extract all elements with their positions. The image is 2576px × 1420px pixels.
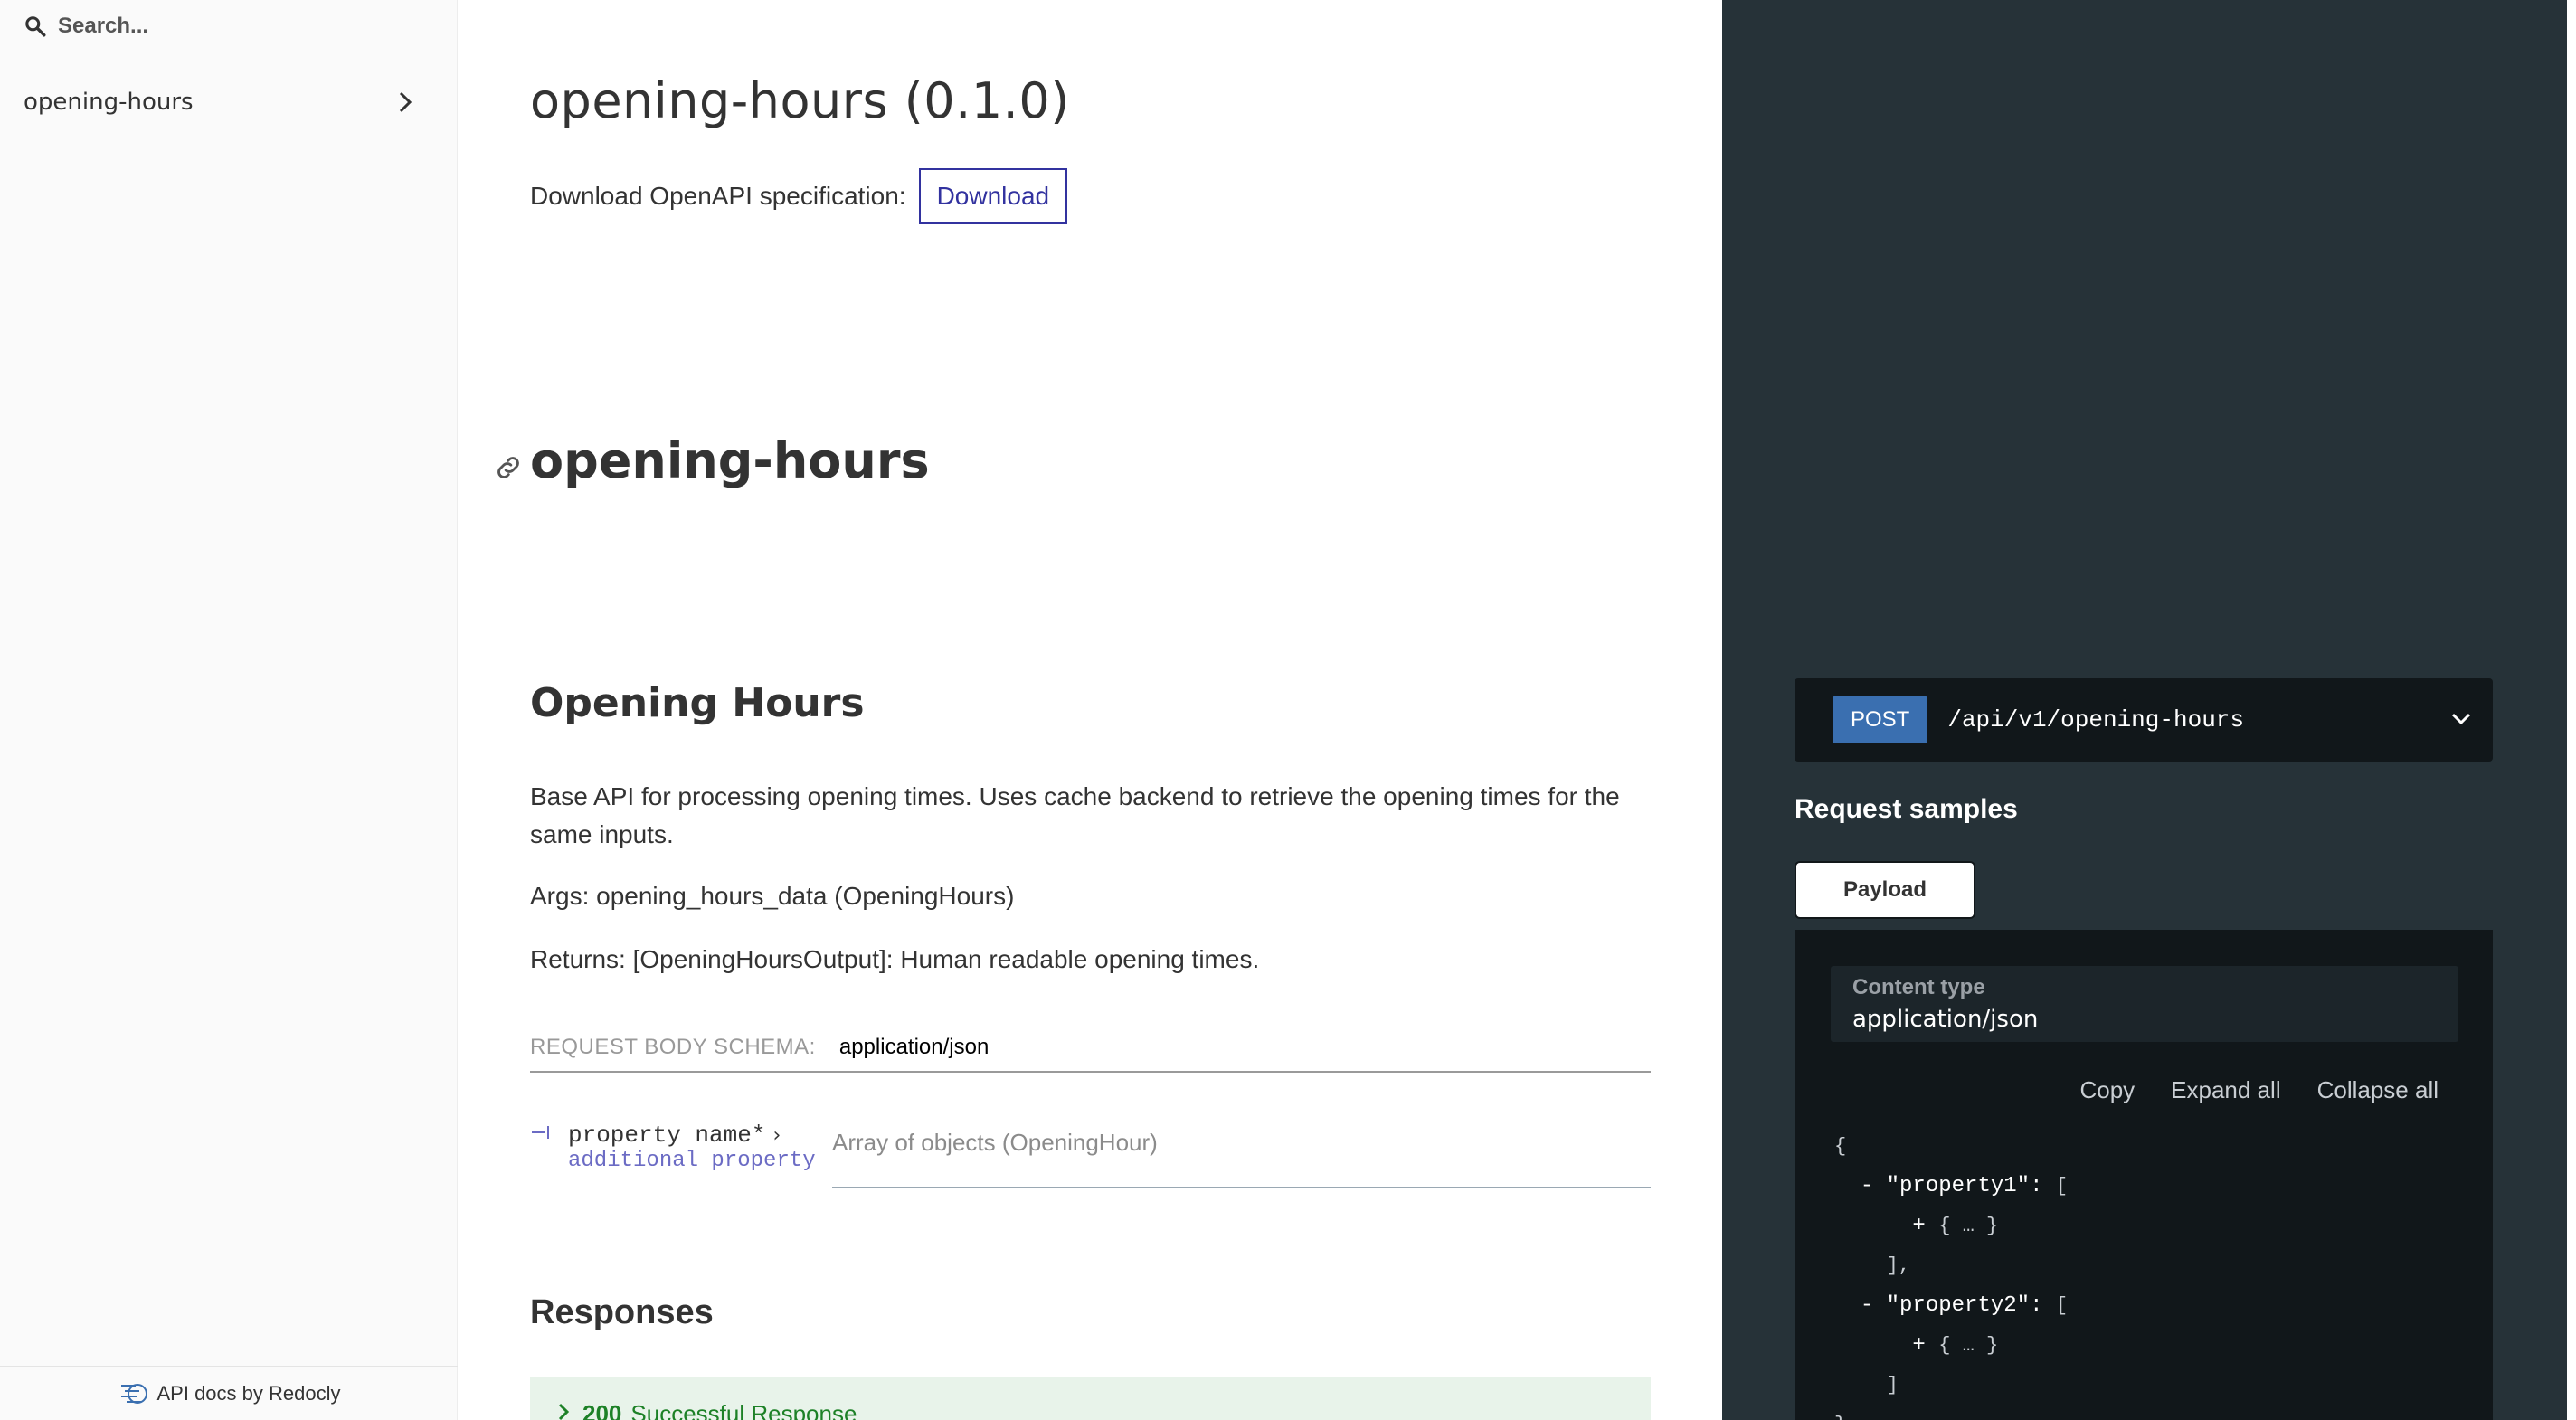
content-type-value: application/json xyxy=(1852,1006,2039,1033)
sidebar-item-opening-hours[interactable]: opening-hours xyxy=(0,78,458,127)
search-box xyxy=(24,0,421,52)
sidebar: opening-hours API docs by Redocly xyxy=(0,0,458,1420)
json-colon: : xyxy=(2030,1293,2043,1318)
expand-toggle[interactable]: + xyxy=(1912,1214,1925,1238)
chevron-right-icon: › xyxy=(772,1124,781,1147)
operation-args: Args: opening_hours_data (OpeningHours) xyxy=(530,882,1015,910)
json-bracket: ] xyxy=(1886,1374,1899,1396)
json-key: "property2" xyxy=(1886,1293,2031,1318)
endpoint-path: /api/v1/opening-hours xyxy=(1947,706,2244,734)
responses-title: Responses xyxy=(530,1293,714,1331)
json-bracket: [ xyxy=(2055,1294,2069,1317)
property-name: property name* xyxy=(568,1122,766,1149)
schema-label: REQUEST BODY SCHEMA: xyxy=(530,1035,816,1059)
tab-payload[interactable]: Payload xyxy=(1795,861,1975,919)
chevron-right-icon xyxy=(558,1403,570,1420)
endpoint-selector[interactable]: POST /api/v1/opening-hours xyxy=(1795,678,2493,762)
request-samples-title: Request samples xyxy=(1795,794,2018,824)
redocly-logo-icon xyxy=(120,1383,147,1404)
content-type-selector[interactable]: Content type application/json xyxy=(1831,966,2458,1042)
collapse-all-button[interactable]: Collapse all xyxy=(2317,1076,2439,1104)
response-description: Successful Response xyxy=(630,1400,857,1420)
redocly-footer-link[interactable]: API docs by Redocly xyxy=(0,1366,458,1420)
property-sub-label: additional property xyxy=(568,1149,816,1173)
code-actions: Copy Expand all Collapse all xyxy=(2079,1076,2439,1104)
collapse-toggle[interactable]: - xyxy=(1861,1293,1873,1318)
response-200-toggle[interactable]: 200 Successful Response xyxy=(530,1377,1651,1420)
json-sample: { - "property1": [ + { … } ], - "propert… xyxy=(1834,1127,2068,1420)
search-input[interactable] xyxy=(58,7,411,45)
collapsed-object[interactable]: { … } xyxy=(1938,1215,1998,1237)
json-bracket: [ xyxy=(2055,1175,2069,1198)
collapse-toggle[interactable]: - xyxy=(1861,1174,1873,1198)
schema-content-type: application/json xyxy=(838,1035,990,1059)
api-title: opening-hours (0.1.0) xyxy=(530,72,1070,129)
http-method-badge: POST xyxy=(1833,696,1928,743)
section-title: opening-hours xyxy=(530,432,930,489)
json-brace: } xyxy=(1834,1414,1846,1420)
operation-description: Base API for processing opening times. U… xyxy=(530,782,1620,848)
expand-all-button[interactable]: Expand all xyxy=(2171,1076,2280,1104)
sidebar-item-label: opening-hours xyxy=(24,89,194,116)
property-type: Array of objects (OpeningHour) xyxy=(832,1111,1651,1188)
chevron-right-icon xyxy=(399,91,412,113)
download-label: Download OpenAPI specification: xyxy=(530,182,906,210)
chevron-down-icon xyxy=(2451,713,2471,725)
schema-property-row: property name* › additional property Arra… xyxy=(530,1111,1651,1188)
json-brace: { xyxy=(1834,1135,1847,1158)
link-icon[interactable] xyxy=(493,452,524,483)
copy-button[interactable]: Copy xyxy=(2079,1076,2135,1104)
operation-returns: Returns: [OpeningHoursOutput]: Human rea… xyxy=(530,945,1260,973)
collapsed-object[interactable]: { … } xyxy=(1938,1334,1998,1357)
main-content: opening-hours (0.1.0) Download OpenAPI s… xyxy=(459,0,1722,1420)
request-body-schema-header: REQUEST BODY SCHEMA: application/json xyxy=(530,1035,1651,1073)
expand-toggle[interactable]: + xyxy=(1912,1333,1925,1358)
json-colon: : xyxy=(2030,1174,2043,1198)
tree-connector-icon xyxy=(532,1126,549,1139)
json-bracket: ], xyxy=(1886,1254,1911,1277)
json-key: "property1" xyxy=(1886,1174,2031,1198)
content-type-label: Content type xyxy=(1852,975,1985,999)
property-name-toggle[interactable]: property name* › xyxy=(568,1122,781,1149)
search-icon xyxy=(25,16,46,37)
panel-edge xyxy=(2567,0,2576,1420)
request-sample-box: Content type application/json Copy Expan… xyxy=(1795,930,2493,1420)
operation-title: Opening Hours xyxy=(530,680,865,726)
response-code: 200 xyxy=(582,1400,622,1420)
footer-text: API docs by Redocly xyxy=(156,1381,341,1405)
download-button[interactable]: Download xyxy=(918,168,1068,224)
download-row: Download OpenAPI specification: Download xyxy=(530,168,1068,224)
